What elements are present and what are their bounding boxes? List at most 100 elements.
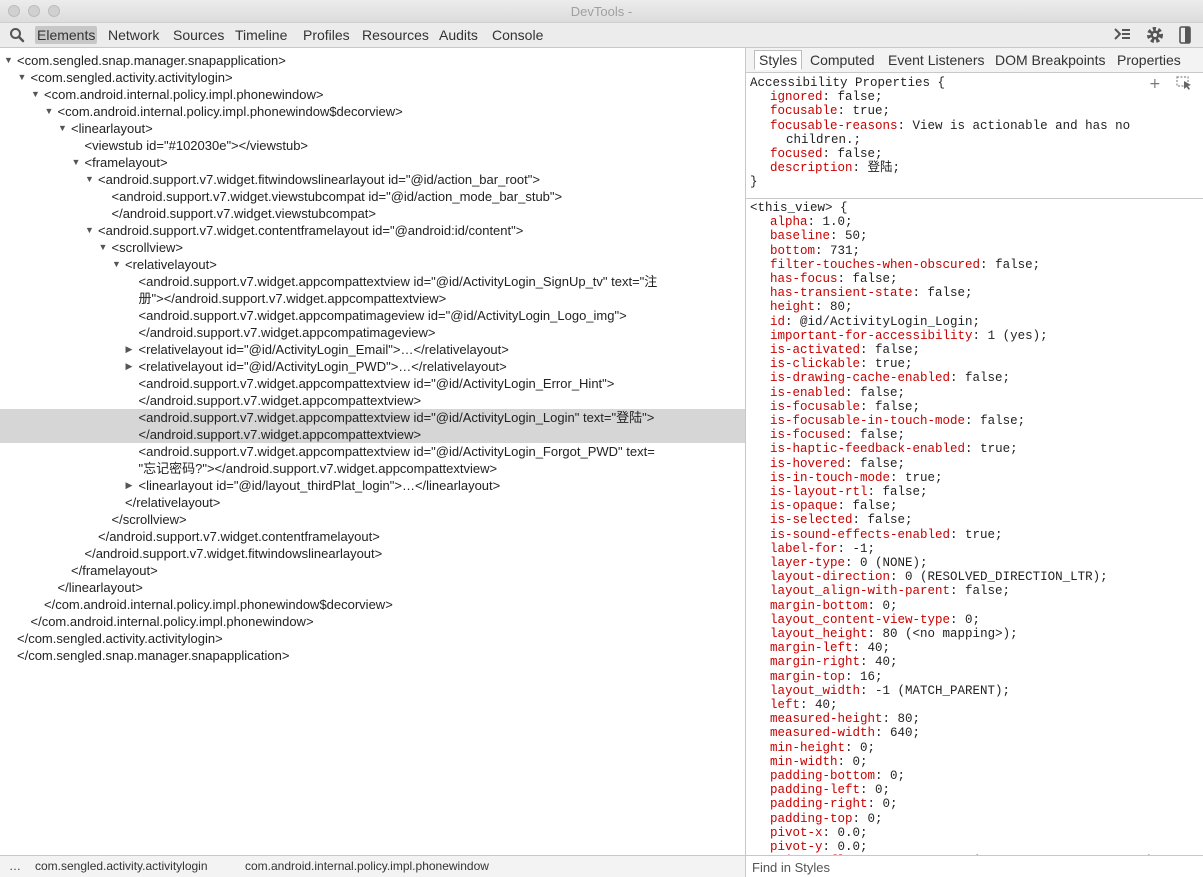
style-property[interactable]: is-selected: false; xyxy=(770,513,1203,527)
dom-tree-node[interactable]: ▶ <relativelayout id="@id/ActivityLogin_E… xyxy=(0,341,745,358)
dom-tree-node[interactable]: </framelayout> xyxy=(0,562,745,579)
expanded-triangle-icon[interactable]: ▼ xyxy=(85,171,94,188)
style-property[interactable]: id: @id/ActivityLogin_Login; xyxy=(770,315,1203,329)
style-property[interactable]: padding-bottom: 0; xyxy=(770,769,1203,783)
dom-tree-node[interactable]: ▼ <framelayout> xyxy=(0,154,745,171)
dom-tree-node[interactable]: <android.support.v7.widget.appcompattext… xyxy=(0,409,745,426)
dom-tree-node[interactable]: ▼ <com.sengled.snap.manager.snapapplicati… xyxy=(0,52,745,69)
dom-tree-node[interactable]: </android.support.v7.widget.viewstubcomp… xyxy=(0,205,745,222)
dom-tree-node[interactable]: <android.support.v7.widget.viewstubcompa… xyxy=(0,188,745,205)
style-property[interactable]: important-for-accessibility: 1 (yes); xyxy=(770,329,1203,343)
expanded-triangle-icon[interactable]: ▼ xyxy=(72,154,81,171)
dom-tree-node[interactable]: <android.support.v7.widget.appcompatimag… xyxy=(0,307,745,324)
style-property[interactable]: focused: false; xyxy=(770,147,1203,161)
style-property[interactable]: focusable-reasons: View is actionable an… xyxy=(770,119,1203,133)
show-drawer-icon[interactable] xyxy=(1113,26,1131,45)
style-property[interactable]: baseline: 50; xyxy=(770,229,1203,243)
dom-tree-node[interactable]: <viewstub id="#102030e"></viewstub> xyxy=(0,137,745,154)
style-property[interactable]: is-focused: false; xyxy=(770,428,1203,442)
dom-tree-node[interactable]: </android.support.v7.widget.appcompatima… xyxy=(0,324,745,341)
style-property[interactable]: filter-touches-when-obscured: false; xyxy=(770,258,1203,272)
tab-computed[interactable]: Computed xyxy=(806,51,879,69)
style-property[interactable]: margin-right: 40; xyxy=(770,655,1203,669)
find-in-styles-input[interactable] xyxy=(750,857,1194,877)
style-property[interactable]: label-for: -1; xyxy=(770,542,1203,556)
style-property[interactable]: is-in-touch-mode: true; xyxy=(770,471,1203,485)
style-property[interactable]: is-drawing-cache-enabled: false; xyxy=(770,371,1203,385)
style-property[interactable]: padding-right: 0; xyxy=(770,797,1203,811)
style-property[interactable]: measured-height: 80; xyxy=(770,712,1203,726)
expanded-triangle-icon[interactable]: ▼ xyxy=(112,256,121,273)
style-property[interactable]: has-focus: false; xyxy=(770,272,1203,286)
style-property[interactable]: height: 80; xyxy=(770,300,1203,314)
dom-tree-node[interactable]: </android.support.v7.widget.appcompattex… xyxy=(0,426,745,443)
dom-tree-node[interactable]: ▼ <scrollview> xyxy=(0,239,745,256)
dom-tree-node[interactable]: ▼ <com.android.internal.policy.impl.phone… xyxy=(0,103,745,120)
tab-timeline[interactable]: Timeline xyxy=(233,26,289,44)
dom-tree-node[interactable]: ▶ <relativelayout id="@id/ActivityLogin_P… xyxy=(0,358,745,375)
style-property[interactable]: is-haptic-feedback-enabled: true; xyxy=(770,442,1203,456)
style-property[interactable]: is-focusable-in-touch-mode: false; xyxy=(770,414,1203,428)
dom-tree-node[interactable]: </linearlayout> xyxy=(0,579,745,596)
dom-tree-node[interactable]: </android.support.v7.widget.contentframe… xyxy=(0,528,745,545)
expanded-triangle-icon[interactable]: ▼ xyxy=(31,86,40,103)
dom-tree-node[interactable]: </com.android.internal.policy.impl.phone… xyxy=(0,596,745,613)
style-property[interactable]: min-width: 0; xyxy=(770,755,1203,769)
style-property[interactable]: is-clickable: true; xyxy=(770,357,1203,371)
style-property[interactable]: margin-top: 16; xyxy=(770,670,1203,684)
style-property[interactable]: left: 40; xyxy=(770,698,1203,712)
style-property[interactable]: is-hovered: false; xyxy=(770,457,1203,471)
breadcrumb-ellipsis[interactable]: … xyxy=(9,859,21,873)
style-property[interactable]: layout-direction: 0 (RESOLVED_DIRECTION_… xyxy=(770,570,1203,584)
style-property[interactable]: measured-width: 640; xyxy=(770,726,1203,740)
style-property[interactable]: is-sound-effects-enabled: true; xyxy=(770,528,1203,542)
dom-tree-node[interactable]: </relativelayout> xyxy=(0,494,745,511)
dom-tree-node[interactable]: 册"></android.support.v7.widget.appcompat… xyxy=(0,290,745,307)
style-property[interactable]: is-opaque: false; xyxy=(770,499,1203,513)
style-property[interactable]: focusable: true; xyxy=(770,104,1203,118)
expanded-triangle-icon[interactable]: ▼ xyxy=(45,103,54,120)
style-property[interactable]: padding-left: 0; xyxy=(770,783,1203,797)
expanded-triangle-icon[interactable]: ▼ xyxy=(18,69,27,86)
dom-tree-node[interactable]: </com.sengled.activity.activitylogin> xyxy=(0,630,745,647)
dom-tree-node[interactable]: "忘记密码?"></android.support.v7.widget.appc… xyxy=(0,460,745,477)
style-property[interactable]: pivot-y: 0.0; xyxy=(770,840,1203,854)
style-property[interactable]: pivot-x: 0.0; xyxy=(770,826,1203,840)
dom-tree-node[interactable]: </scrollview> xyxy=(0,511,745,528)
dom-tree-node[interactable]: ▶ <linearlayout id="@id/layout_thirdPlat_… xyxy=(0,477,745,494)
tab-sources[interactable]: Sources xyxy=(171,26,226,44)
dom-tree-node[interactable]: ▼ <com.sengled.activity.activitylogin> xyxy=(0,69,745,86)
style-property[interactable]: description: 登陆; xyxy=(770,161,1203,175)
search-icon[interactable] xyxy=(9,27,25,43)
style-property[interactable]: layout_content-view-type: 0; xyxy=(770,613,1203,627)
breadcrumb-item[interactable]: com.android.internal.policy.impl.phonewi… xyxy=(245,859,489,873)
tab-styles[interactable]: Styles xyxy=(754,50,803,70)
dom-tree-node[interactable]: ▼ <relativelayout> xyxy=(0,256,745,273)
dom-tree-node[interactable]: ▼ <com.android.internal.policy.impl.phone… xyxy=(0,86,745,103)
dom-tree-node[interactable]: <android.support.v7.widget.appcompattext… xyxy=(0,375,745,392)
dom-tree-node[interactable]: <android.support.v7.widget.appcompattext… xyxy=(0,273,745,290)
style-property[interactable]: children.; xyxy=(786,133,1203,147)
dom-tree-node[interactable]: </android.support.v7.widget.fitwindowsli… xyxy=(0,545,745,562)
dom-tree-node[interactable]: </android.support.v7.widget.appcompattex… xyxy=(0,392,745,409)
dom-tree-node[interactable]: </com.android.internal.policy.impl.phone… xyxy=(0,613,745,630)
expanded-triangle-icon[interactable]: ▼ xyxy=(58,120,67,137)
style-property[interactable]: bottom: 731; xyxy=(770,244,1203,258)
style-property[interactable]: layer-type: 0 (NONE); xyxy=(770,556,1203,570)
style-property[interactable]: min-height: 0; xyxy=(770,741,1203,755)
style-property[interactable]: layout_width: -1 (MATCH_PARENT); xyxy=(770,684,1203,698)
tab-properties[interactable]: Properties xyxy=(1113,51,1185,69)
dom-tree-node[interactable]: ▼ <android.support.v7.widget.fitwindowsli… xyxy=(0,171,745,188)
dom-tree-node[interactable]: </com.sengled.snap.manager.snapapplicati… xyxy=(0,647,745,664)
style-property[interactable]: layout_height: 80 (<no mapping>); xyxy=(770,627,1203,641)
tab-audits[interactable]: Audits xyxy=(437,26,480,44)
style-property[interactable]: padding-top: 0; xyxy=(770,812,1203,826)
tab-profiles[interactable]: Profiles xyxy=(301,26,352,44)
style-property[interactable]: is-enabled: false; xyxy=(770,386,1203,400)
dom-tree-node[interactable]: ▼ <android.support.v7.widget.contentframe… xyxy=(0,222,745,239)
gear-icon[interactable] xyxy=(1146,26,1164,47)
expanded-triangle-icon[interactable]: ▼ xyxy=(85,222,94,239)
style-property[interactable]: is-focusable: false; xyxy=(770,400,1203,414)
style-property[interactable]: is-layout-rtl: false; xyxy=(770,485,1203,499)
style-property[interactable]: ignored: false; xyxy=(770,90,1203,104)
